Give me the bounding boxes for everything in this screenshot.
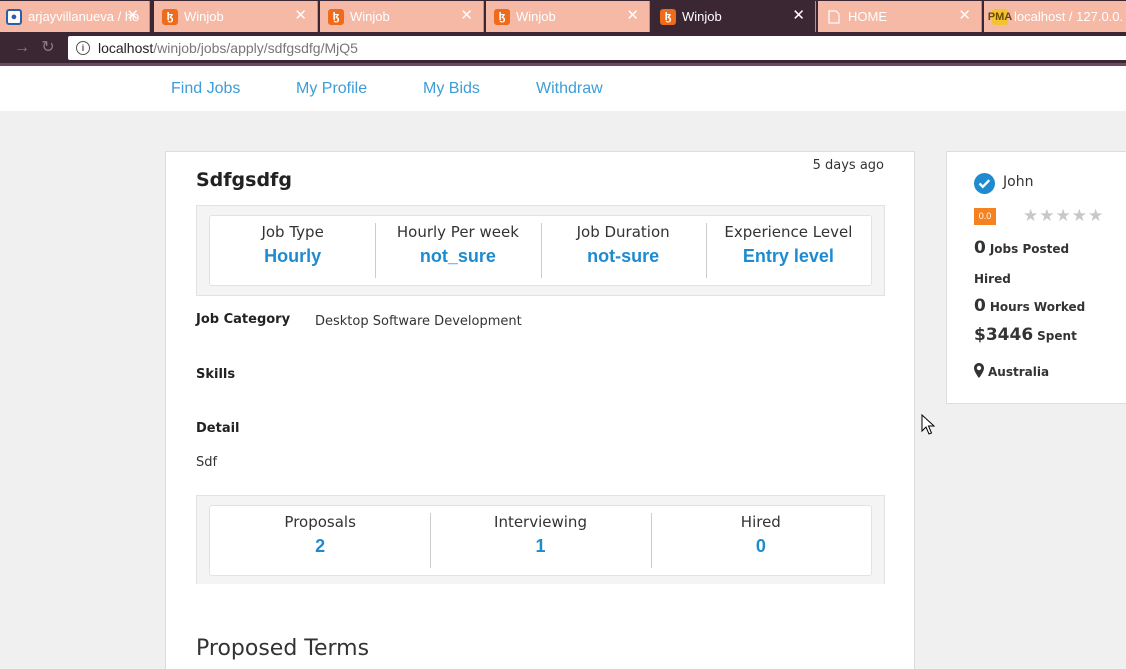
close-icon[interactable]: ✕ [792,8,805,24]
stat-value: 0 [755,536,766,556]
stat-value: Entry level [742,246,834,266]
client-name: John [1003,174,1034,190]
close-icon[interactable]: ✕ [294,8,307,24]
spent-amount: $3446 [974,325,1034,345]
stat-label: Hourly Per week [396,223,519,241]
detail-label: Detail [196,421,240,436]
stat-value: Hourly [264,246,322,266]
nav-my-bids[interactable]: My Bids [423,80,480,98]
browser-tab-1[interactable]: ● arjayvillanueva / ho ✕ [0,1,150,32]
stat-hours-per-week: Hourly Per week not_sure [375,216,540,285]
close-icon[interactable]: ✕ [126,8,139,24]
reload-icon[interactable]: ↻ [38,38,58,58]
stat-label: Hired [740,513,781,531]
job-summary: Job Type Hourly Hourly Per week not_sure… [196,205,885,296]
close-icon[interactable]: ✕ [460,8,473,24]
star-icon: ★ [1088,206,1105,225]
stat-interviewing: Interviewing 1 [430,506,650,575]
nav-find-jobs[interactable]: Find Jobs [171,80,240,98]
stat-job-type: Job Type Hourly [210,216,375,285]
verified-check-icon [974,173,995,194]
browser-tabstrip: ● arjayvillanueva / ho ✕ ɮ Winjob ✕ ɮ Wi… [0,0,1126,32]
url-input[interactable]: i localhost/winjob/jobs/apply/sdfgsdfg/M… [68,36,1126,60]
star-rating: ★★★★★ [1023,206,1104,226]
close-icon[interactable]: ✕ [958,8,971,24]
skills-label: Skills [196,367,236,382]
job-title: Sdfgsdfg [196,169,292,191]
jobs-posted-label: Jobs Posted [989,242,1070,256]
stat-value: not_sure [419,246,496,266]
stat-value: 1 [535,536,546,556]
stat-experience-level: Experience Level Entry level [705,216,871,285]
star-icon: ★ [1055,206,1072,225]
url-path: /winjob/jobs/apply/sdfgsdfg/MjQ5 [153,40,358,56]
stat-label: Job Type [261,223,324,241]
hours-worked-count: 0 [974,296,986,316]
amount-spent: $3446 Spent [974,325,1077,345]
mouse-cursor-icon [921,413,936,441]
rating-badge: 0.0 [974,208,996,225]
hours-worked: 0 Hours Worked [974,296,1085,316]
jobs-posted-count: 0 [974,238,986,258]
xampp-icon: ɮ [328,8,344,25]
close-icon[interactable]: ✕ [626,8,639,24]
job-activity: Proposals 2 Interviewing 1 Hired 0 [196,495,885,584]
client-location: Australia [974,363,1049,381]
stat-label: Job Duration [576,223,670,241]
forward-icon[interactable]: → [12,38,32,58]
stat-hired: Hired 0 [650,506,871,575]
hired-label: Hired [974,272,1011,286]
stat-proposals: Proposals 2 [210,506,430,575]
proposed-terms-heading: Proposed Terms [196,636,370,661]
star-icon: ★ [1071,206,1088,225]
address-bar: → ↻ i localhost/winjob/jobs/apply/sdfgsd… [0,32,1126,63]
browser-tab-6[interactable]: HOME ✕ [818,1,982,32]
browser-tab-2[interactable]: ɮ Winjob ✕ [154,1,318,32]
job-card: Sdfgsdfg 5 days ago Job Type Hourly Hour… [165,151,915,669]
client-card: John 0.0 ★★★★★ 0 Jobs Posted Hired 0 Hours… [946,151,1126,404]
browser-tab-3[interactable]: ɮ Winjob ✕ [320,1,484,32]
xampp-icon: ɮ [494,8,510,25]
map-pin-icon [974,363,984,381]
category-label: Job Category [196,312,291,327]
star-icon: ★ [1023,206,1040,225]
xampp-icon: ɮ [162,8,178,25]
jobs-posted: 0 Jobs Posted [974,238,1069,258]
star-icon: ★ [1039,206,1056,225]
xampp-icon: ɮ [660,8,676,25]
stat-job-duration: Job Duration not-sure [540,216,706,285]
stat-label: Interviewing [494,513,587,531]
browser-tab-active[interactable]: ɮ Winjob ✕ [652,1,816,32]
info-icon[interactable]: i [76,41,90,55]
stat-label: Proposals [284,513,356,531]
stat-value: not-sure [587,246,660,266]
posted-time: 5 days ago [812,158,884,173]
location-text: Australia [988,365,1050,379]
github-icon: ● [6,8,22,25]
browser-tab-7[interactable]: PMA localhost / 127.0.0. [984,1,1126,32]
nav-my-profile[interactable]: My Profile [296,80,367,98]
document-icon [826,9,842,25]
stat-label: Experience Level [724,223,853,241]
hours-worked-label: Hours Worked [989,300,1086,314]
stat-value: 2 [315,536,326,556]
browser-tab-4[interactable]: ɮ Winjob ✕ [486,1,650,32]
tab-label: localhost / 127.0.0. [1014,9,1124,24]
site-nav: Find Jobs My Profile My Bids Withdraw [0,66,1126,111]
phpmyadmin-icon: PMA [987,8,1013,25]
spent-label: Spent [1037,329,1077,343]
category-value: Desktop Software Development [315,314,522,329]
nav-withdraw[interactable]: Withdraw [536,80,603,98]
url-host: localhost [98,40,154,56]
detail-value: Sdf [196,455,218,470]
